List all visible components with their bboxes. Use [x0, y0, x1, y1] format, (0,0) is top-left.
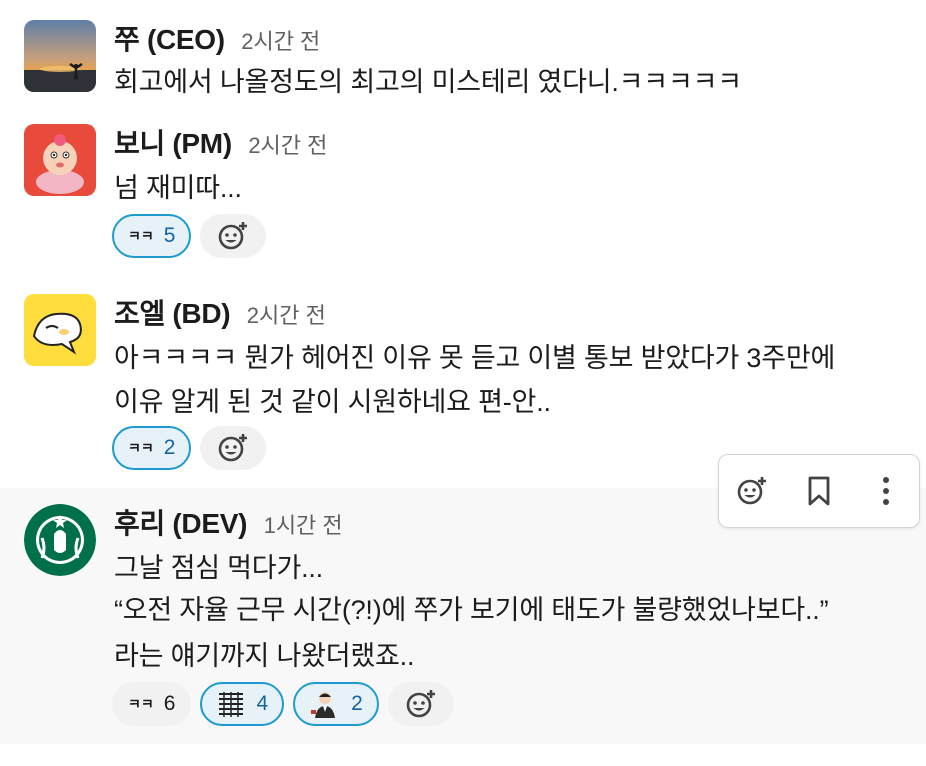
message-text: 넘 재미따... — [114, 173, 242, 203]
reaction-count: 5 — [163, 224, 176, 247]
sender-name[interactable]: 조엘 (BD) — [114, 298, 231, 329]
reactions-bar: ㅋㅋ 6 4 2 — [112, 682, 454, 726]
message-text: 그날 점심 먹다가... — [114, 553, 323, 583]
message-actions-toolbar — [718, 454, 920, 528]
timestamp[interactable]: 2시간 전 — [241, 29, 320, 54]
message-text: 회고에서 나올정도의 최고의 미스테리 였다니.ㅋㅋㅋㅋㅋ — [114, 67, 742, 97]
kk-emoji: ㅋㅋ — [128, 228, 154, 244]
sender-name[interactable]: 보니 (PM) — [114, 128, 232, 159]
message-text: 아ㅋㅋㅋㅋ 뭔가 헤어진 이유 못 듣고 이별 통보 받았다가 3주만에 — [114, 343, 836, 373]
message-text: 라는 얘기까지 나왔더랬죠.. — [114, 641, 415, 671]
reactions-bar: ㅋㅋ 5 — [112, 214, 267, 258]
add-reaction-icon — [219, 434, 248, 462]
reaction-stacked-lines[interactable]: 4 — [200, 682, 285, 726]
sender-name[interactable]: 쭈 (CEO) — [114, 24, 225, 55]
stacked-lines-emoji-icon — [216, 689, 246, 719]
reaction-count: 2 — [351, 692, 363, 715]
add-reaction-button[interactable] — [200, 214, 267, 258]
avatar[interactable] — [24, 20, 96, 92]
reaction-count: 4 — [256, 692, 269, 715]
sender-name[interactable]: 후리 (DEV) — [114, 508, 247, 539]
add-reaction-button[interactable] — [387, 682, 454, 726]
timestamp[interactable]: 1시간 전 — [264, 513, 343, 538]
starbucks-logo-avatar-image — [24, 504, 96, 576]
avatar[interactable] — [24, 294, 96, 366]
toolbar-add-reaction-button[interactable] — [727, 466, 777, 516]
vertical-ellipsis-icon — [882, 477, 889, 505]
person-emoji-icon — [309, 688, 341, 720]
reaction-count: 6 — [163, 692, 176, 715]
reaction-count: 2 — [163, 436, 176, 459]
timestamp[interactable]: 2시간 전 — [248, 133, 327, 158]
reaction-person[interactable]: 2 — [293, 682, 379, 726]
toolbar-more-actions-button[interactable] — [861, 466, 911, 516]
kk-emoji: ㅋㅋ — [128, 696, 154, 712]
add-reaction-icon — [219, 222, 248, 250]
character-avatar-image — [24, 294, 96, 366]
message-text: 이유 알게 된 것 같이 시원하네요 편-안.. — [114, 387, 551, 417]
reaction-kk[interactable]: ㅋㅋ 6 — [112, 682, 192, 726]
add-reaction-icon — [406, 690, 435, 718]
message-text: “오전 자율 근무 시간(?!)에 쭈가 보기에 태도가 불량했었나보다..” — [114, 595, 829, 625]
timestamp[interactable]: 2시간 전 — [247, 303, 326, 328]
add-reaction-icon — [738, 477, 767, 505]
reactions-bar: ㅋㅋ 2 — [112, 426, 267, 470]
toolbar-save-button[interactable] — [794, 466, 844, 516]
reaction-kk[interactable]: ㅋㅋ 5 — [112, 214, 192, 258]
reaction-kk[interactable]: ㅋㅋ 2 — [112, 426, 192, 470]
bookmark-icon — [808, 476, 830, 506]
kk-emoji: ㅋㅋ — [128, 440, 154, 456]
baby-avatar-image — [24, 124, 96, 196]
avatar[interactable] — [24, 504, 96, 576]
message-pm: 보니 (PM) 2시간 전 넘 재미따... ㅋㅋ 5 — [0, 112, 926, 282]
sunset-avatar-image — [24, 20, 96, 92]
message-ceo: 쭈 (CEO) 2시간 전 회고에서 나올정도의 최고의 미스테리 였다니.ㅋㅋ… — [0, 0, 926, 112]
avatar[interactable] — [24, 124, 96, 196]
add-reaction-button[interactable] — [200, 426, 267, 470]
